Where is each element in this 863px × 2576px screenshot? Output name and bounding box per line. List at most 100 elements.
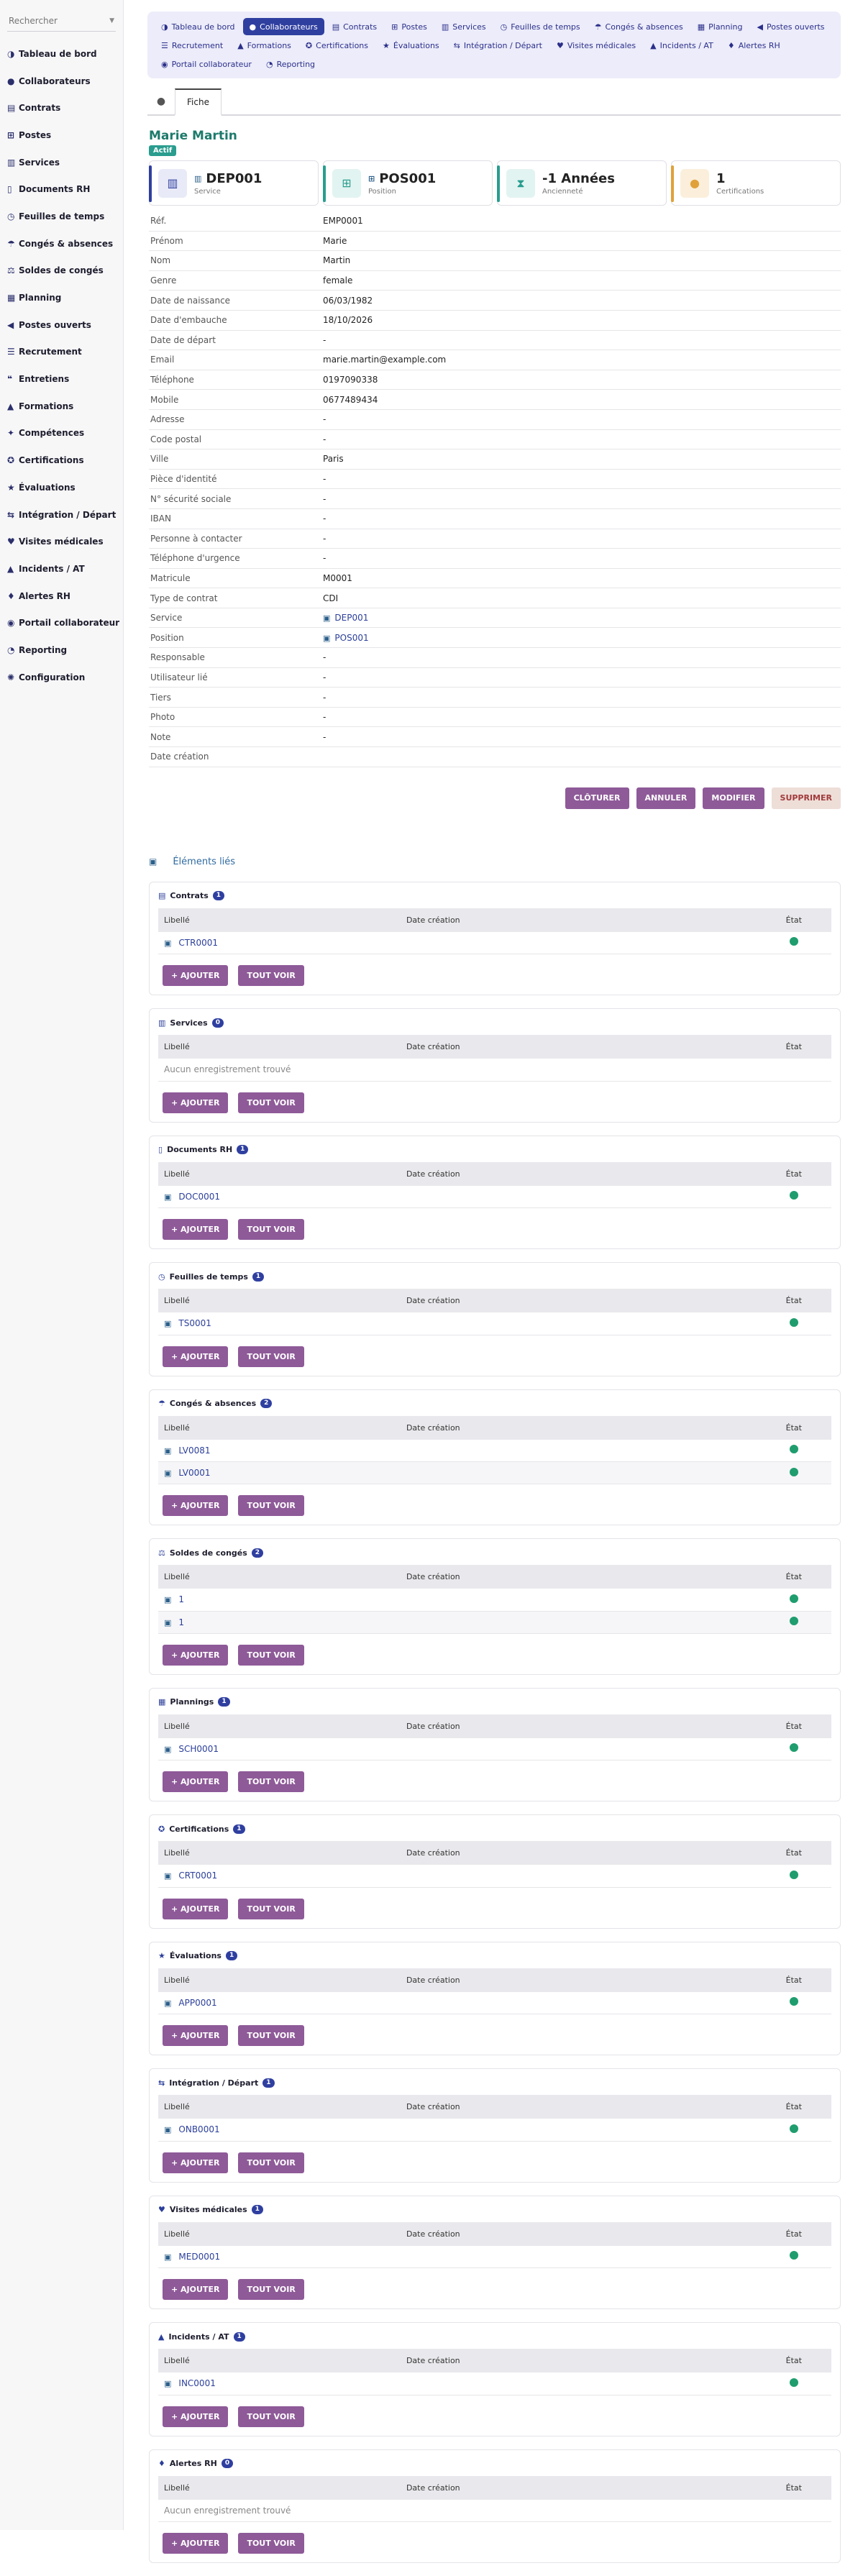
sidebar-item-services[interactable]: ▥ Services: [0, 149, 123, 176]
add-button[interactable]: + AJOUTER: [163, 2533, 229, 2554]
sidebar-item-visites-medicales[interactable]: ♥ Visites médicales: [0, 528, 123, 555]
row-link[interactable]: 1: [178, 1617, 184, 1627]
view-all-button[interactable]: TOUT VOIR: [238, 2279, 304, 2301]
chevron-down-icon[interactable]: ▼: [109, 17, 114, 24]
sidebar-item-formations[interactable]: ▲ Formations: [0, 393, 123, 420]
user-icon[interactable]: ●: [147, 88, 175, 114]
view-all-button[interactable]: TOUT VOIR: [238, 2406, 304, 2427]
column-header-etat[interactable]: État: [750, 2095, 831, 2119]
add-button[interactable]: + AJOUTER: [163, 2152, 229, 2173]
column-header-etat[interactable]: État: [750, 908, 831, 932]
column-header-etat[interactable]: État: [750, 1565, 831, 1589]
column-header-libelle[interactable]: Libellé: [158, 1035, 401, 1059]
row-link[interactable]: SCH0001: [178, 1744, 219, 1754]
column-header-libelle[interactable]: Libellé: [158, 1565, 401, 1589]
table-row[interactable]: ▣ CTR0001: [158, 931, 831, 955]
sidebar-item-reporting[interactable]: ◔ Reporting: [0, 636, 123, 664]
row-link[interactable]: DOC0001: [178, 1192, 220, 1202]
table-row[interactable]: ▣ 1: [158, 1611, 831, 1634]
field-link[interactable]: POS001: [334, 633, 368, 643]
tab-fiche[interactable]: Fiche: [175, 88, 222, 116]
field-link[interactable]: DEP001: [334, 613, 368, 623]
top-nav-integration-depart[interactable]: ⇆ Intégration / Départ: [447, 37, 549, 54]
row-link[interactable]: LV0081: [178, 1445, 210, 1456]
column-header-date[interactable]: Date création: [400, 1841, 751, 1865]
row-link[interactable]: INC0001: [178, 2378, 215, 2388]
row-link[interactable]: MED0001: [178, 2252, 220, 2262]
search-box[interactable]: ▼: [7, 10, 116, 32]
row-link[interactable]: CRT0001: [178, 1871, 217, 1881]
sidebar-item-feuilles-de-temps[interactable]: ◷ Feuilles de temps: [0, 203, 123, 230]
add-button[interactable]: + AJOUTER: [163, 1092, 229, 1113]
sidebar-item-postes-ouverts[interactable]: ◀ Postes ouverts: [0, 311, 123, 339]
column-header-etat[interactable]: État: [750, 1841, 831, 1865]
view-all-button[interactable]: TOUT VOIR: [238, 1771, 304, 1793]
table-row[interactable]: ▣ LV0001: [158, 1461, 831, 1485]
column-header-date[interactable]: Date création: [400, 2349, 751, 2373]
column-header-date[interactable]: Date création: [400, 1035, 751, 1059]
sidebar-item-entretiens[interactable]: ❝ Entretiens: [0, 365, 123, 393]
column-header-etat[interactable]: État: [750, 2221, 831, 2246]
sidebar-item-alertes-rh[interactable]: ♦ Alertes RH: [0, 583, 123, 610]
add-button[interactable]: + AJOUTER: [163, 1771, 229, 1793]
top-nav-tableau-de-bord[interactable]: ◑ Tableau de bord: [155, 18, 242, 35]
view-all-button[interactable]: TOUT VOIR: [238, 2025, 304, 2047]
top-nav-planning[interactable]: ▦ Planning: [691, 18, 749, 35]
column-header-date[interactable]: Date création: [400, 1289, 751, 1313]
view-all-button[interactable]: TOUT VOIR: [238, 2533, 304, 2554]
sidebar-item-soldes-de-conges[interactable]: ⚖ Soldes de congés: [0, 257, 123, 285]
column-header-libelle[interactable]: Libellé: [158, 2095, 401, 2119]
sidebar-item-contrats[interactable]: ▤ Contrats: [0, 94, 123, 122]
column-header-etat[interactable]: État: [750, 2475, 831, 2500]
add-button[interactable]: + AJOUTER: [163, 2406, 229, 2427]
table-row[interactable]: ▣ APP0001: [158, 1991, 831, 2015]
column-header-date[interactable]: Date création: [400, 1565, 751, 1589]
top-nav-conges-absences[interactable]: ☂ Congés & absences: [588, 18, 690, 35]
table-row[interactable]: ▣ SCH0001: [158, 1737, 831, 1761]
top-nav-postes-ouverts[interactable]: ◀ Postes ouverts: [751, 18, 831, 35]
view-all-button[interactable]: TOUT VOIR: [238, 1898, 304, 1919]
table-row[interactable]: ▣ ONB0001: [158, 2119, 831, 2142]
search-input[interactable]: [7, 10, 108, 32]
edit-button[interactable]: MODIFIER: [703, 787, 764, 809]
top-nav-contrats[interactable]: ▤ Contrats: [326, 18, 383, 35]
sidebar-item-evaluations[interactable]: ★ Évaluations: [0, 474, 123, 501]
row-link[interactable]: 1: [178, 1594, 184, 1604]
column-header-libelle[interactable]: Libellé: [158, 1415, 401, 1440]
view-all-button[interactable]: TOUT VOIR: [238, 1219, 304, 1241]
top-nav-visites-medicales[interactable]: ♥ Visites médicales: [550, 37, 642, 54]
column-header-etat[interactable]: État: [750, 1161, 831, 1186]
sidebar-item-collaborateurs[interactable]: ● Collaborateurs: [0, 68, 123, 95]
view-all-button[interactable]: TOUT VOIR: [238, 965, 304, 987]
top-nav-evaluations[interactable]: ★ Évaluations: [376, 37, 446, 54]
top-nav-reporting[interactable]: ◔ Reporting: [260, 55, 321, 73]
sidebar-item-documents-rh[interactable]: ▯ Documents RH: [0, 175, 123, 203]
add-button[interactable]: + AJOUTER: [163, 2279, 229, 2301]
column-header-libelle[interactable]: Libellé: [158, 2221, 401, 2246]
card-value-text[interactable]: POS001: [379, 171, 436, 186]
add-button[interactable]: + AJOUTER: [163, 2025, 229, 2047]
sidebar-item-competences[interactable]: ✦ Compétences: [0, 420, 123, 447]
column-header-date[interactable]: Date création: [400, 1968, 751, 1992]
column-header-libelle[interactable]: Libellé: [158, 2349, 401, 2373]
row-link[interactable]: APP0001: [178, 1998, 216, 2008]
column-header-etat[interactable]: État: [750, 1968, 831, 1992]
close-record-button[interactable]: CLÔTURER: [565, 787, 629, 809]
sidebar-item-portail-collaborateur[interactable]: ◉ Portail collaborateur: [0, 609, 123, 636]
table-row[interactable]: ▣ CRT0001: [158, 1865, 831, 1888]
column-header-date[interactable]: Date création: [400, 1161, 751, 1186]
card-value[interactable]: ▥ DEP001: [194, 171, 262, 186]
add-button[interactable]: + AJOUTER: [163, 1898, 229, 1919]
table-row[interactable]: ▣ 1: [158, 1589, 831, 1612]
sidebar-item-certifications[interactable]: ✪ Certifications: [0, 447, 123, 474]
top-nav-postes[interactable]: ⊞ Postes: [385, 18, 434, 35]
top-nav-collaborateurs[interactable]: ● Collaborateurs: [242, 18, 324, 35]
top-nav-services[interactable]: ▥ Services: [435, 18, 493, 35]
sidebar-item-configuration[interactable]: ✺ Configuration: [0, 664, 123, 691]
view-all-button[interactable]: TOUT VOIR: [238, 1092, 304, 1113]
add-button[interactable]: + AJOUTER: [163, 1219, 229, 1241]
column-header-libelle[interactable]: Libellé: [158, 1841, 401, 1865]
column-header-date[interactable]: Date création: [400, 908, 751, 932]
row-link[interactable]: TS0001: [178, 1318, 211, 1328]
table-row[interactable]: ▣ INC0001: [158, 2372, 831, 2395]
